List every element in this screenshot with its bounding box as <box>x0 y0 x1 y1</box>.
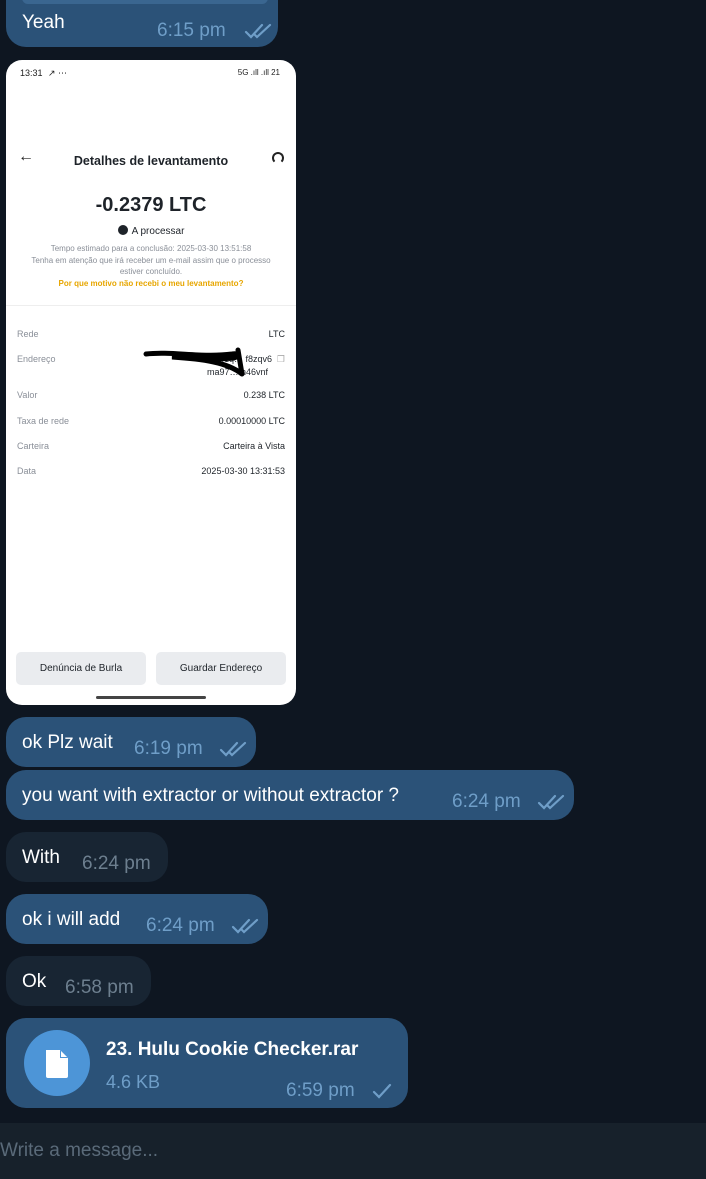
reply-preview <box>22 0 268 4</box>
processing-status-label: A processar <box>131 226 185 237</box>
file-download-button[interactable] <box>24 1030 90 1096</box>
email-note: Tenha em atenção que irá receber um e-ma… <box>31 256 271 265</box>
message-bubble-outgoing[interactable]: you want with extractor or without extra… <box>6 770 574 820</box>
row-label: Data <box>17 466 37 476</box>
double-check-icon <box>244 23 272 39</box>
message-time: 6:24 pm <box>452 791 521 812</box>
estimate-note: Tempo estimado para a conclusão: 2025-03… <box>50 244 252 253</box>
message-text: With <box>22 847 60 868</box>
row-label: Endereço <box>17 354 56 364</box>
phone-status-time: 13:31 <box>20 68 43 78</box>
message-bubble-outgoing[interactable]: ok i will add 6:24 pm <box>6 894 268 944</box>
message-text: Ok <box>22 971 47 992</box>
row-value: 2025-03-30 13:31:53 <box>201 466 285 476</box>
row-value: Carteira à Vista <box>223 441 285 451</box>
why-not-received-link: Por que motivo não recebi o meu levantam… <box>58 279 244 288</box>
message-text: you want with extractor or without extra… <box>22 785 399 806</box>
file-message-bubble[interactable]: 23. Hulu Cookie Checker.rar 4.6 KB 6:59 … <box>6 1018 408 1108</box>
row-label: Carteira <box>17 441 50 451</box>
message-bubble-incoming[interactable]: Ok 6:58 pm <box>6 956 151 1006</box>
single-check-icon <box>372 1083 392 1099</box>
message-time: 6:15 pm <box>157 20 226 41</box>
report-scam-button: Denúncia de Burla <box>16 652 146 685</box>
file-size: 4.6 KB <box>106 1072 161 1092</box>
clock-icon <box>117 225 128 235</box>
home-indicator <box>96 696 206 699</box>
message-text: Yeah <box>22 12 65 33</box>
file-name: 23. Hulu Cookie Checker.rar <box>106 1039 359 1060</box>
redaction-scribble <box>143 347 245 377</box>
row-label: Taxa de rede <box>17 416 70 426</box>
file-icon <box>46 1050 68 1078</box>
support-headset-icon <box>272 152 284 164</box>
row-label: Valor <box>17 390 38 400</box>
screenshot-image[interactable]: 13:31 ↗ ⋯ 5G .ıll .ıll 21 ← Detalhes de … <box>6 60 296 705</box>
email-note-cont: estiver concluído. <box>119 267 183 276</box>
message-time: 6:24 pm <box>146 915 215 936</box>
double-check-icon <box>537 794 565 810</box>
message-text: ok Plz wait <box>22 732 113 753</box>
phone-status-right: 5G .ıll .ıll 21 <box>237 68 280 77</box>
message-composer <box>0 1123 706 1179</box>
message-bubble-incoming[interactable]: With 6:24 pm <box>6 832 168 882</box>
row-value: 0.00010000 LTC <box>218 416 285 426</box>
save-address-button: Guardar Endereço <box>156 652 286 685</box>
message-bubble-outgoing[interactable]: ok Plz wait 6:19 pm <box>6 717 256 767</box>
processing-status: A processar <box>6 225 296 237</box>
withdrawal-amount: -0.2379 LTC <box>95 194 207 216</box>
row-value: 0.238 LTC <box>243 390 285 400</box>
divider <box>6 305 296 306</box>
message-text: ok i will add <box>22 909 121 930</box>
row-label: Rede <box>17 329 39 339</box>
double-check-icon <box>231 918 259 934</box>
phone-status-icons: ↗ ⋯ <box>48 68 68 78</box>
message-time: 6:24 pm <box>82 853 151 874</box>
row-value: LTC <box>268 329 285 339</box>
message-input[interactable] <box>0 1123 706 1179</box>
message-time: 6:58 pm <box>65 977 134 998</box>
phone-page-title: Detalhes de levantamento <box>73 154 229 168</box>
double-check-icon <box>219 741 247 757</box>
copy-icon: ❐ <box>276 354 285 364</box>
message-time: 6:19 pm <box>134 738 203 759</box>
message-bubble-outgoing[interactable]: Yeah 6:15 pm <box>6 0 278 47</box>
message-time: 6:59 pm <box>286 1080 355 1101</box>
